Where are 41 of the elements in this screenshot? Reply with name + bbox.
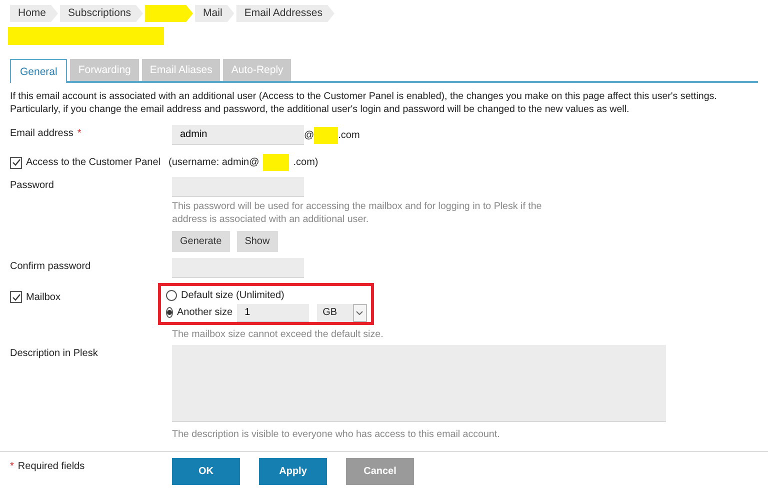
required-note: Required fields [18, 461, 85, 472]
action-button[interactable]: Show [236, 231, 278, 252]
checkbox-label: Mailbox [26, 292, 60, 302]
checkbox-label: Access to the Customer Panel [26, 157, 161, 168]
field-label: Description in Plesk [10, 348, 98, 359]
mailbox-checkbox[interactable] [10, 291, 22, 303]
username-suffix: .com) [293, 157, 318, 168]
breadcrumb-link[interactable]: Subscriptions [60, 5, 144, 22]
email-field[interactable]: admin [172, 125, 304, 145]
at-sign: @ [304, 130, 314, 140]
radio-label: Default size (Unlimited) [181, 290, 284, 301]
tab[interactable]: General [10, 59, 68, 83]
password-field[interactable] [172, 177, 304, 197]
hint-text: The mailbox size cannot exceed the default size. [172, 328, 384, 341]
form-button[interactable]: OK [172, 458, 240, 485]
radio-button[interactable] [166, 290, 177, 301]
field-label: Confirm password [10, 261, 91, 272]
field-label: Email address [10, 128, 74, 139]
unit-dropdown[interactable]: GB [316, 304, 367, 322]
breadcrumb-link[interactable]: Mail [195, 5, 234, 22]
confirm-password-field[interactable] [172, 258, 304, 278]
domain-suffix: .com [338, 130, 360, 140]
field-label: Password [10, 180, 54, 191]
radio-button[interactable] [166, 307, 173, 318]
username-text: (username: admin@ [168, 157, 260, 168]
redaction-block [263, 154, 290, 171]
redaction-block [314, 126, 338, 144]
action-button[interactable]: Generate [172, 231, 230, 252]
info-text: If this email account is associated with an additional user (Access to the Customer Panel is enabled), the changes you make on this page affect this user's settings. Particularly, if you change the email address and password, the additional user's login and password will be changed to the new values as well. [10, 90, 718, 116]
access-checkbox[interactable] [10, 156, 22, 168]
description-field[interactable] [172, 345, 666, 422]
size-field[interactable]: 1 [236, 304, 309, 322]
hint-text: This password will be used for accessing the mailbox and for logging in to Plesk if the address is associated with an additional user. [172, 200, 543, 226]
breadcrumb-link[interactable]: Email Addresses [236, 5, 335, 22]
form-button[interactable]: Apply [259, 458, 327, 485]
required-mark: * [10, 461, 14, 472]
radio-label: Another size [177, 307, 233, 318]
required-mark: * [77, 128, 82, 139]
breadcrumb-link[interactable]: Home [10, 5, 58, 22]
caret-icon [356, 310, 364, 314]
hint-text: The description is visible to everyone who has access to this email account. [172, 428, 501, 441]
